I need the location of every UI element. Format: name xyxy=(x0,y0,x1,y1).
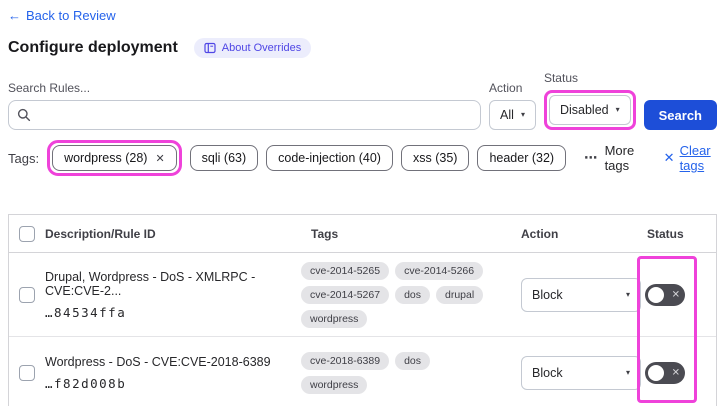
more-tags-label: More tags xyxy=(604,143,635,173)
rule-tag-pill: cve-2014-5265 xyxy=(301,261,390,280)
filters-row: Search Rules... Action All ▾ Status Disa… xyxy=(8,71,717,130)
toggle-x-icon: ✕ xyxy=(671,289,680,300)
status-filter-dropdown[interactable]: Disabled ▾ xyxy=(548,95,631,125)
tags-label: Tags: xyxy=(8,150,40,166)
caret-down-icon: ▾ xyxy=(625,289,630,299)
tag-chip-label: header (32) xyxy=(489,151,555,165)
action-filter-dropdown[interactable]: All ▾ xyxy=(489,100,536,130)
tag-chip-sqli[interactable]: sqli (63) xyxy=(189,145,259,171)
status-filter-highlight: Disabled ▾ xyxy=(543,90,636,130)
column-header-action: Action xyxy=(521,226,559,241)
status-toggle[interactable]: ✕ xyxy=(645,283,685,306)
rule-tag-pill: wordpress xyxy=(301,376,368,394)
tags-bar: Tags: wordpress (28) ✕ sqli (63) code-in… xyxy=(8,140,717,176)
status-filter-label: Status xyxy=(543,71,578,85)
rule-tag-pill: cve-2014-5267 xyxy=(301,285,390,304)
title-row: Configure deployment About Overrides xyxy=(8,38,717,58)
more-tags-button[interactable]: ⋯ More tags xyxy=(584,143,640,173)
clear-tags-x-icon: ✕ xyxy=(663,150,675,165)
toggle-knob xyxy=(648,286,664,303)
action-dropdown[interactable]: Block ▾ xyxy=(521,277,641,312)
selected-tag-highlight: wordpress (28) ✕ xyxy=(47,140,182,176)
rule-tag-pill: dos xyxy=(395,352,430,370)
caret-down-icon: ▾ xyxy=(520,110,525,119)
toggle-x-icon: ✕ xyxy=(671,367,680,379)
action-dropdown[interactable]: Block ▾ xyxy=(521,356,641,390)
tag-chip-xss[interactable]: xss (35) xyxy=(400,145,470,171)
back-arrow-icon: ← xyxy=(8,8,21,23)
table-row: Drupal, Wordpress - DoS - XMLRPC - CVE:C… xyxy=(9,253,716,337)
tag-chip-header[interactable]: header (32) xyxy=(477,145,567,171)
column-header-status: Status xyxy=(647,226,684,241)
clear-tags-link[interactable]: ✕ Clear tags xyxy=(664,143,717,173)
rule-id: …84534ffa xyxy=(45,304,127,320)
back-to-review-link[interactable]: ← Back to Review xyxy=(8,8,116,23)
row-checkbox[interactable] xyxy=(19,286,35,303)
row-checkbox[interactable] xyxy=(19,365,35,381)
rules-table: Description/Rule ID Tags Action Status D… xyxy=(8,214,717,406)
action-value: Block xyxy=(532,287,563,302)
tag-chip-label: wordpress (28) xyxy=(64,151,148,165)
rule-description: Wordpress - DoS - CVE:CVE-2018-6389 xyxy=(45,355,271,369)
search-button[interactable]: Search xyxy=(643,100,717,130)
search-rules-input[interactable] xyxy=(8,100,482,130)
rule-tags: cve-2014-5265 cve-2014-5266 cve-2014-526… xyxy=(301,261,511,328)
clear-tags-label: Clear tags xyxy=(679,143,711,173)
action-value: Block xyxy=(532,366,563,380)
rule-description: Drupal, Wordpress - DoS - XMLRPC - CVE:C… xyxy=(45,269,256,298)
status-filter-value: Disabled xyxy=(559,103,609,117)
column-header-tags: Tags xyxy=(311,226,339,241)
action-filter-value: All xyxy=(500,108,514,122)
table-header-row: Description/Rule ID Tags Action Status xyxy=(9,215,716,253)
rule-tag-pill: wordpress xyxy=(301,309,368,328)
rule-id: …f82d008b xyxy=(45,376,127,391)
tag-chip-label: xss (35) xyxy=(412,151,458,165)
about-overrides-label: About Overrides xyxy=(221,42,302,54)
rule-tag-pill: cve-2014-5266 xyxy=(395,261,484,280)
action-filter-label: Action xyxy=(489,81,523,95)
book-icon xyxy=(204,42,216,54)
tag-chip-wordpress[interactable]: wordpress (28) ✕ xyxy=(52,145,177,171)
page-title: Configure deployment xyxy=(8,39,178,56)
search-icon xyxy=(17,108,31,122)
tag-chip-label: code-injection (40) xyxy=(278,151,381,165)
rule-tag-pill: cve-2018-6389 xyxy=(301,352,390,370)
select-all-checkbox[interactable] xyxy=(19,225,35,242)
toggle-knob xyxy=(648,365,664,381)
tag-chip-code-injection[interactable]: code-injection (40) xyxy=(266,145,393,171)
configure-deployment-page: ← Back to Review Configure deployment Ab… xyxy=(0,0,725,406)
search-rules-label: Search Rules... xyxy=(8,81,91,95)
ellipsis-icon: ⋯ xyxy=(584,150,598,165)
remove-tag-icon[interactable]: ✕ xyxy=(155,152,164,165)
column-header-description: Description/Rule ID xyxy=(45,226,156,241)
status-toggle[interactable]: ✕ xyxy=(645,362,685,384)
about-overrides-badge[interactable]: About Overrides xyxy=(193,38,312,58)
caret-down-icon: ▾ xyxy=(615,105,620,114)
rule-tag-pill: dos xyxy=(395,285,430,304)
tag-chip-label: sqli (63) xyxy=(201,151,247,165)
caret-down-icon: ▾ xyxy=(625,368,630,377)
table-row: Wordpress - DoS - CVE:CVE-2018-6389 …f82… xyxy=(9,337,716,406)
back-link-label: Back to Review xyxy=(26,8,116,23)
rule-tags: cve-2018-6389 dos wordpress xyxy=(301,352,511,394)
rule-tag-pill: drupal xyxy=(436,285,484,304)
